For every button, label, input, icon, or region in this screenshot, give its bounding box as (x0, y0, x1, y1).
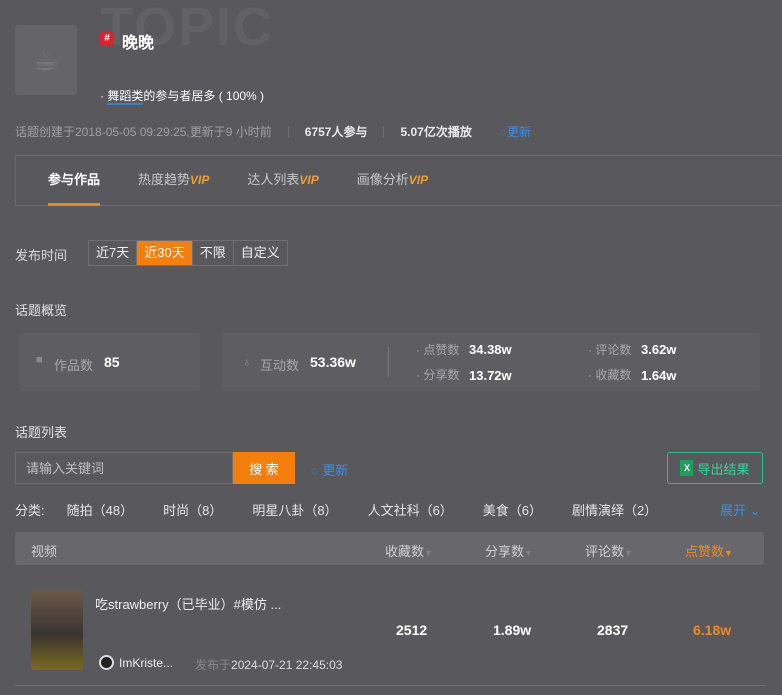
video-thumbnail[interactable] (31, 590, 83, 670)
refresh-button[interactable]: ◌更新 (500, 123, 531, 140)
participants: 6757人参与 (304, 125, 368, 139)
col-label: 点赞数 (685, 544, 725, 559)
col-label: 收藏数 (385, 544, 425, 559)
likes-label: · 点赞数 (416, 343, 460, 357)
col-shares[interactable]: 分享数▼ (485, 541, 533, 560)
overview-title: 话题概览 (15, 303, 68, 318)
comments-count: 2837 (597, 622, 629, 638)
topic-title: 晚晚 (122, 35, 155, 52)
plays: 5.07亿次播放 (400, 125, 472, 139)
list-title: 话题列表 (15, 425, 68, 440)
excel-icon: X (680, 460, 694, 476)
col-likes[interactable]: 点赞数▼ (685, 541, 733, 560)
topic-cover-coffee-icon: ☕ (15, 25, 77, 95)
vip-badge: VIP (190, 173, 210, 187)
shares-value: 13.72w (469, 368, 512, 383)
row-divider (15, 685, 765, 686)
tab-portrait[interactable]: 画像分析VIP (357, 155, 428, 206)
favs-count: 2512 (396, 622, 428, 638)
video-title[interactable]: 吃strawberry（已毕业）#模仿 ... (95, 594, 281, 613)
works-card: ■ 作品数 85 (20, 333, 200, 391)
expand-label: 展开 (720, 503, 747, 518)
likes-label-text: 点赞数 (423, 343, 460, 357)
hashtag-icon: # (100, 32, 114, 46)
category-item[interactable]: 美食（6） (483, 500, 542, 519)
tab-label: 画像分析 (356, 172, 409, 187)
keyword-input[interactable] (15, 452, 233, 484)
category-item[interactable]: 明星八卦（8） (252, 500, 337, 519)
category-item[interactable]: 时尚（8） (163, 500, 222, 519)
publish-prefix: 发布于 (195, 658, 232, 672)
category-item[interactable]: 剧情演绎（2） (572, 500, 657, 519)
likes-value: 34.38w (469, 342, 512, 357)
vip-badge: VIP (408, 173, 429, 187)
publish-value: 2024-07-21 22:45:03 (231, 658, 343, 672)
table-header: 视频 收藏数▼ 分享数▼ 评论数▼ 点赞数▼ (15, 532, 764, 565)
chevron-down-icon: ⌄ (749, 503, 761, 518)
category-item[interactable]: 随拍（48） (67, 500, 133, 519)
likes-count: 6.18w (693, 622, 732, 638)
comments-label: · 评论数 (588, 343, 632, 357)
favs-label-text: 收藏数 (595, 368, 632, 382)
sort-desc-icon: ▼ (724, 548, 733, 558)
search-button[interactable]: 搜 索 (233, 452, 295, 484)
divider (388, 347, 389, 377)
col-label: 评论数 (585, 544, 625, 559)
vip-badge: VIP (299, 173, 319, 187)
tab-label: 热度趋势 (138, 172, 191, 187)
time-30d[interactable]: 近30天 (137, 241, 193, 265)
tab-label: 参与作品 (48, 172, 101, 187)
time-7d[interactable]: 近7天 (89, 241, 138, 265)
topic-meta: 话题创建于2018-05-05 09:29:25,更新于9 小时前 6757人参… (15, 123, 531, 140)
sort-icon: ▼ (624, 548, 633, 558)
col-comments[interactable]: 评论数▼ (585, 541, 633, 560)
video-icon: ■ (36, 354, 43, 366)
col-video: 视频 (31, 544, 58, 559)
tab-label: 达人列表 (247, 172, 300, 187)
refresh-label: 更新 (506, 125, 531, 139)
interaction-icon: ♁ (242, 354, 252, 369)
time-filter-label: 发布时间 (15, 248, 68, 263)
favs-label: · 收藏数 (588, 368, 632, 382)
refresh-label: 更新 (322, 463, 349, 478)
tab-trend[interactable]: 热度趋势VIP (138, 155, 209, 206)
tab-bar: 参与作品 热度趋势VIP 达人列表VIP 画像分析VIP (15, 155, 782, 206)
time-all[interactable]: 不限 (193, 241, 234, 265)
tab-influencers[interactable]: 达人列表VIP (247, 155, 318, 206)
works-value: 85 (104, 354, 120, 370)
topic-summary: · 舞蹈类的参与者居多 ( 100% ) (100, 87, 265, 105)
interaction-card: ♁ 互动数 53.36w · 点赞数 34.38w · 分享数 13.72w ·… (222, 333, 760, 391)
shares-count: 1.89w (493, 622, 532, 638)
author-avatar (99, 655, 114, 670)
expand-button[interactable]: 展开 ⌄ (720, 500, 761, 519)
category-filter: 分类: 随拍（48） 时尚（8） 明星八卦（8） 人文社科（6） 美食（6） 剧… (15, 500, 687, 519)
summary-rest: 的参与者居多 ( 100% ) (143, 89, 265, 103)
comments-value: 3.62w (641, 342, 677, 357)
list-refresh-button[interactable]: ◌ 更新 (311, 460, 348, 479)
author-name[interactable]: ImKriste... (119, 656, 173, 670)
interact-value: 53.36w (310, 354, 356, 370)
sort-icon: ▼ (524, 548, 533, 558)
export-label: 导出结果 (697, 461, 750, 477)
interact-label: 互动数 (260, 358, 300, 373)
time-filter: 近7天 近30天 不限 自定义 (88, 240, 288, 266)
shares-label: · 分享数 (416, 368, 460, 382)
favs-value: 1.64w (641, 368, 677, 383)
time-custom[interactable]: 自定义 (234, 241, 287, 265)
sort-icon: ▼ (424, 548, 433, 558)
col-favs[interactable]: 收藏数▼ (385, 541, 433, 560)
works-label: 作品数 (54, 358, 94, 373)
created-time: 话题创建于2018-05-05 09:29:25,更新于9 小时前 (15, 125, 272, 139)
summary-category[interactable]: 舞蹈类 (107, 89, 144, 105)
comments-label-text: 评论数 (595, 343, 632, 357)
col-label: 分享数 (485, 544, 525, 559)
shares-label-text: 分享数 (423, 368, 460, 382)
category-item[interactable]: 人文社科（6） (368, 500, 453, 519)
category-label: 分类: (15, 503, 45, 518)
export-button[interactable]: X 导出结果 (667, 452, 763, 484)
publish-time: 发布于2024-07-21 22:45:03 (195, 656, 342, 673)
tab-works[interactable]: 参与作品 (48, 155, 101, 206)
